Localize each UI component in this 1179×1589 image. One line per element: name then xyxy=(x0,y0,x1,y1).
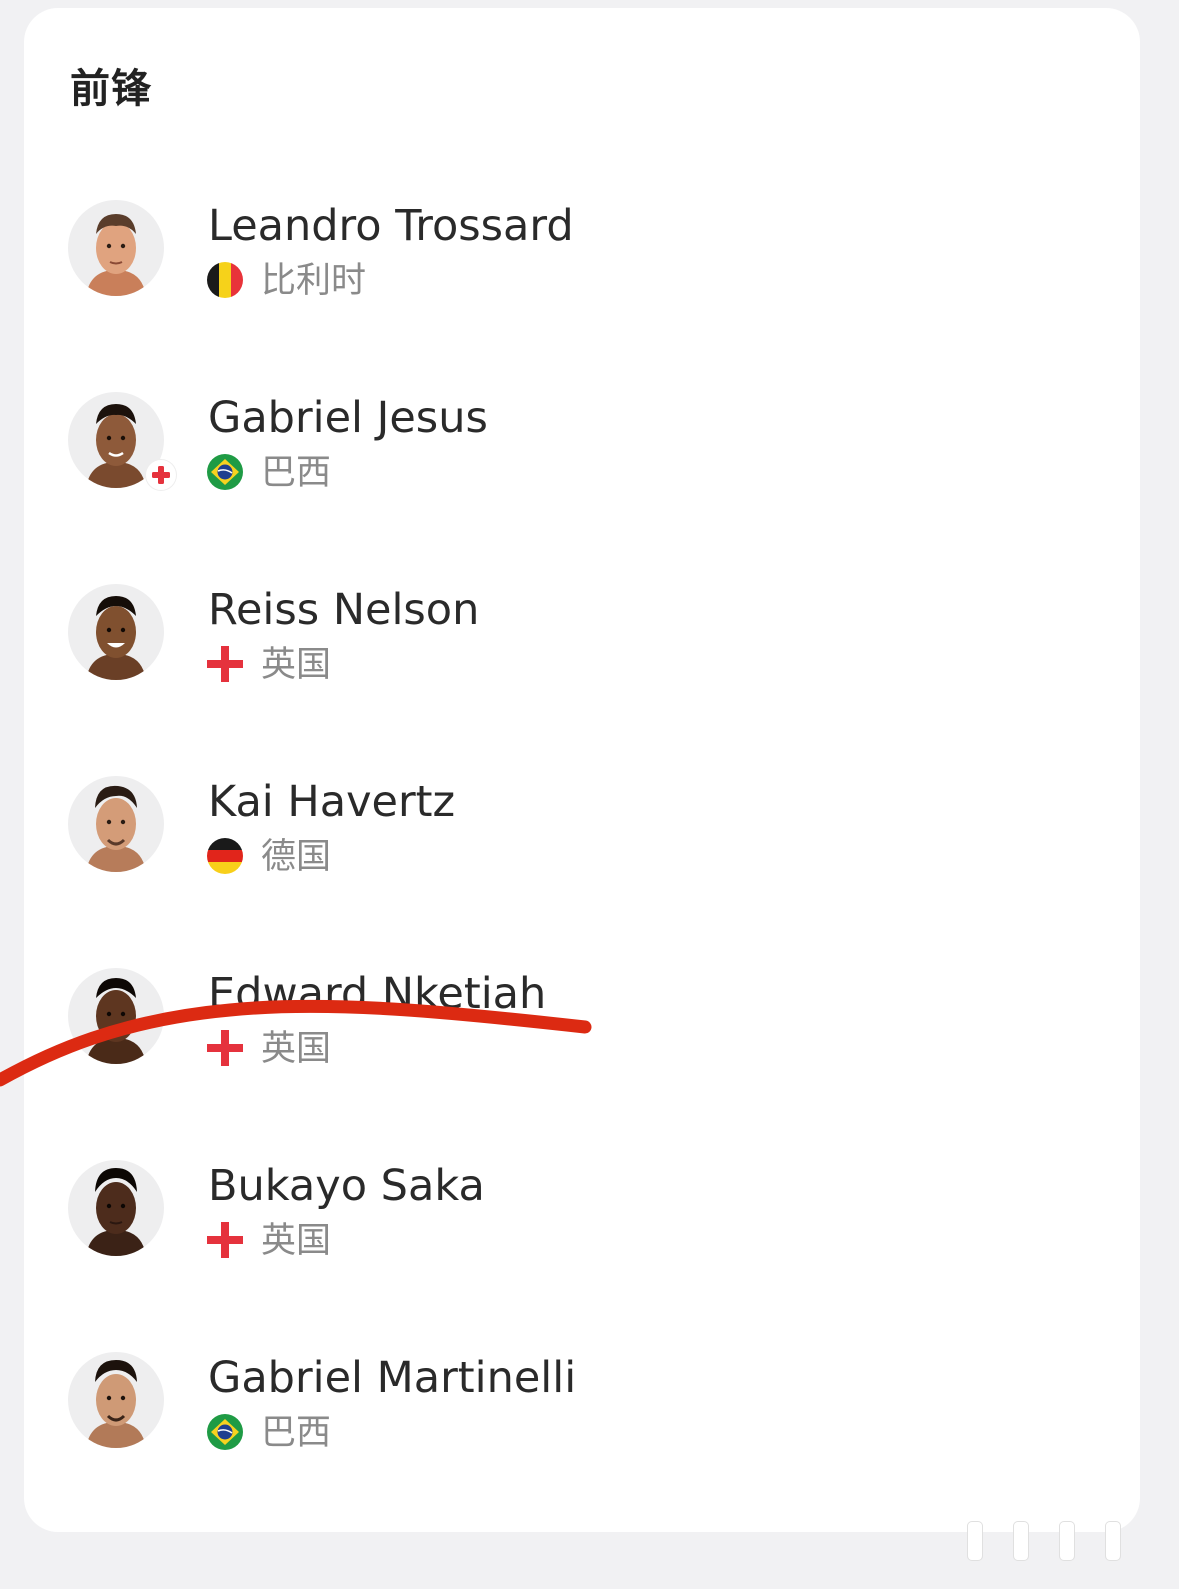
forwards-card: 前锋 Leandro Trossard 比利时 Gabriel Jesus 巴西… xyxy=(24,8,1140,1532)
player-name: Gabriel Jesus xyxy=(208,393,488,443)
player-country: 巴西 xyxy=(261,1413,332,1453)
player-row[interactable]: Reiss Nelson 英国 xyxy=(24,584,1140,734)
germany-flag-icon xyxy=(207,838,243,874)
player-avatar xyxy=(68,1352,164,1448)
player-avatar xyxy=(68,968,164,1064)
player-country: 比利时 xyxy=(261,261,367,301)
player-country: 德国 xyxy=(261,837,332,877)
brazil-flag-icon xyxy=(207,1414,243,1450)
player-row[interactable]: Gabriel Jesus 巴西 xyxy=(24,392,1140,542)
scroll-indicator xyxy=(956,1520,1156,1560)
player-name: Gabriel Martinelli xyxy=(208,1353,577,1403)
player-name: Bukayo Saka xyxy=(208,1161,485,1211)
england-flag-icon xyxy=(207,646,243,682)
player-avatar xyxy=(68,1160,164,1256)
player-country: 巴西 xyxy=(261,453,332,493)
player-name: Leandro Trossard xyxy=(208,201,574,251)
england-flag-icon xyxy=(207,1030,243,1066)
player-country: 英国 xyxy=(261,1221,332,1261)
england-flag-icon xyxy=(207,1222,243,1258)
player-avatar xyxy=(68,584,164,680)
player-avatar xyxy=(68,200,164,296)
brazil-flag-icon xyxy=(207,454,243,490)
player-row[interactable]: Leandro Trossard 比利时 xyxy=(24,200,1140,350)
player-name: Kai Havertz xyxy=(208,777,456,827)
player-list: Leandro Trossard 比利时 Gabriel Jesus 巴西 Re… xyxy=(24,8,1140,1532)
player-country: 英国 xyxy=(261,645,332,685)
player-name: Edward Nketiah xyxy=(208,969,547,1019)
player-row[interactable]: Edward Nketiah 英国 xyxy=(24,968,1140,1118)
player-row[interactable]: Bukayo Saka 英国 xyxy=(24,1160,1140,1310)
player-name: Reiss Nelson xyxy=(208,585,480,635)
belgium-flag-icon xyxy=(207,262,243,298)
player-row[interactable]: Gabriel Martinelli 巴西 xyxy=(24,1352,1140,1502)
player-country: 英国 xyxy=(261,1029,332,1069)
player-avatar xyxy=(68,776,164,872)
player-row[interactable]: Kai Havertz 德国 xyxy=(24,776,1140,926)
injury-cross-icon xyxy=(146,460,176,490)
